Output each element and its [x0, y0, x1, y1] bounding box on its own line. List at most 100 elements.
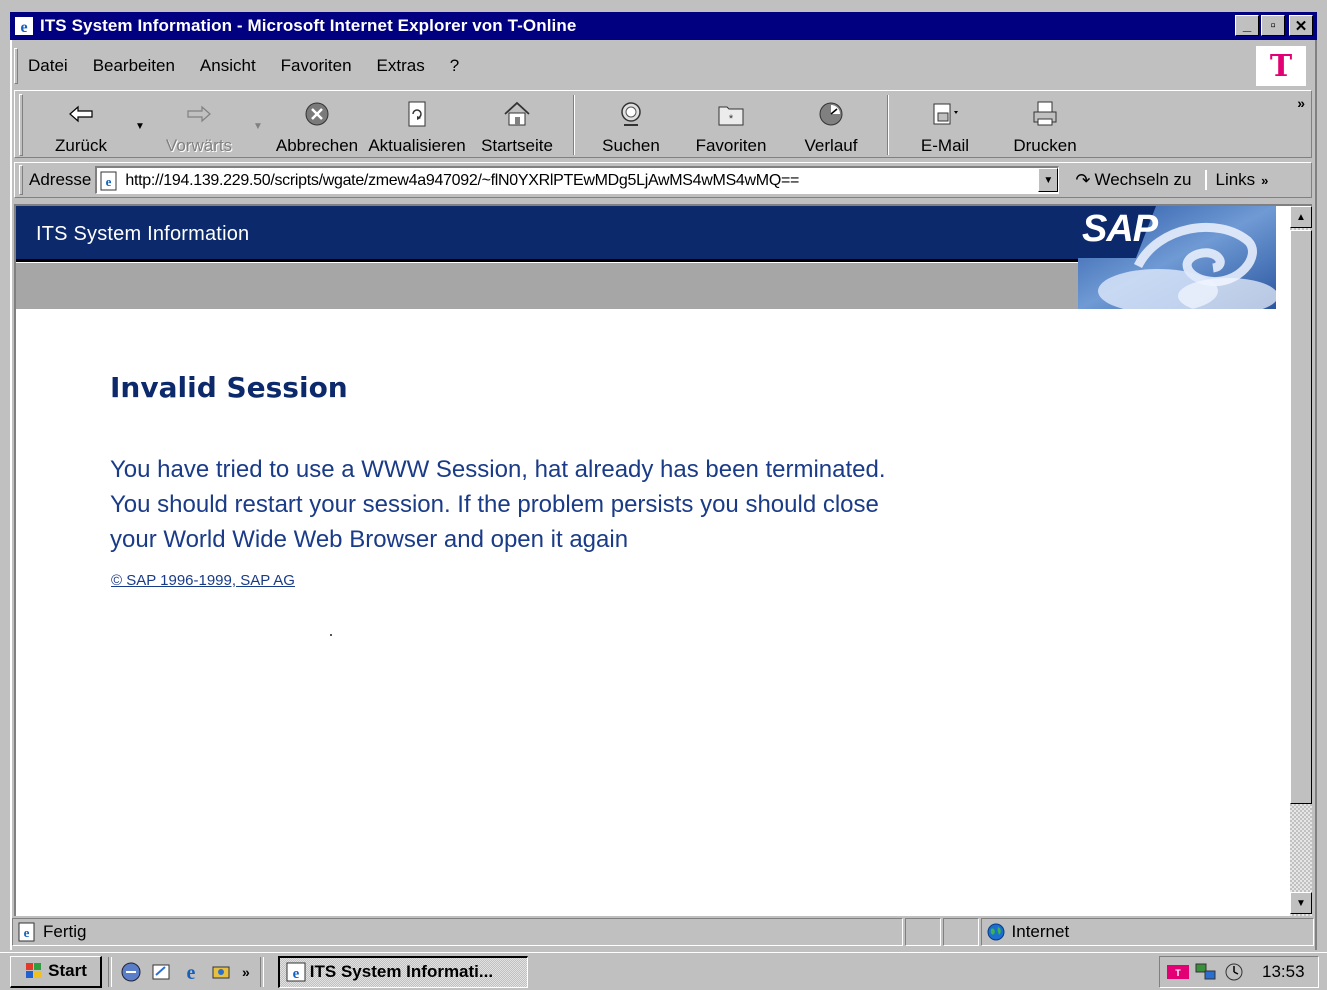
- vertical-scrollbar[interactable]: ▲ ▼: [1290, 206, 1312, 916]
- back-dropdown-icon[interactable]: ▼: [131, 121, 149, 132]
- scroll-up-button[interactable]: ▲: [1290, 206, 1312, 228]
- search-label: Suchen: [602, 136, 660, 155]
- history-label: Verlauf: [804, 136, 858, 155]
- status-panel-progress: [904, 918, 941, 946]
- quicklaunch-channels-icon[interactable]: [208, 959, 234, 985]
- mail-icon: [933, 103, 958, 125]
- refresh-label: Aktualisieren: [368, 136, 466, 155]
- svg-text:*: *: [729, 113, 734, 125]
- history-icon: [819, 102, 843, 126]
- print-icon: [1033, 101, 1057, 126]
- menu-grip[interactable]: [14, 48, 18, 84]
- quicklaunch-desktop-icon[interactable]: [148, 959, 174, 985]
- task-ie-window[interactable]: e ITS System Informati...: [277, 955, 528, 988]
- address-grip[interactable]: [19, 165, 23, 195]
- menu-help[interactable]: ?: [450, 56, 459, 76]
- network-tray-icon[interactable]: [1194, 962, 1218, 982]
- quicklaunch-outlook-icon[interactable]: [118, 959, 144, 985]
- home-button[interactable]: Startseite: [467, 91, 567, 157]
- menu-bar: Datei Bearbeiten Ansicht Favoriten Extra…: [14, 44, 1312, 88]
- refresh-icon: [408, 101, 426, 127]
- search-button[interactable]: Suchen: [581, 91, 681, 157]
- links-label: Links: [1215, 170, 1256, 189]
- status-text-panel: e Fertig: [12, 918, 903, 946]
- go-label: Wechseln zu: [1094, 170, 1192, 189]
- system-tray: T 13:53: [1159, 956, 1319, 988]
- refresh-button[interactable]: Aktualisieren: [367, 91, 467, 157]
- home-label: Startseite: [481, 136, 553, 155]
- address-input[interactable]: e http://194.139.229.50/scripts/wgate/zm…: [95, 166, 1060, 194]
- status-panel-secure: [942, 918, 979, 946]
- taskbar-clock[interactable]: 13:53: [1262, 962, 1305, 982]
- favorites-label: Favoriten: [695, 136, 767, 155]
- menu-ansicht[interactable]: Ansicht: [200, 56, 256, 76]
- address-url: http://194.139.229.50/scripts/wgate/zmew…: [125, 171, 800, 189]
- mail-button[interactable]: E-Mail: [895, 91, 995, 157]
- search-icon: [621, 102, 641, 126]
- page-title: Invalid Session: [110, 371, 348, 404]
- maximize-button[interactable]: ▫: [1261, 15, 1285, 36]
- page-icon: e: [100, 171, 117, 190]
- windows-flag-icon: [26, 963, 42, 978]
- toolbar-more-chevron[interactable]: »: [1297, 95, 1305, 111]
- scroll-down-button[interactable]: ▼: [1290, 892, 1312, 914]
- start-button[interactable]: Start: [10, 955, 102, 988]
- window-title: ITS System Information - Microsoft Inter…: [40, 16, 577, 35]
- stop-label: Abbrechen: [275, 136, 359, 155]
- scroll-thumb[interactable]: [1290, 230, 1312, 804]
- favorites-button[interactable]: * Favoriten: [681, 91, 781, 157]
- back-label: Zurück: [55, 136, 107, 155]
- menu-favoriten[interactable]: Favoriten: [281, 56, 352, 76]
- quicklaunch-ie-icon[interactable]: e: [178, 959, 204, 985]
- scheduler-tray-icon[interactable]: [1222, 962, 1246, 982]
- standard-toolbar: Zurück ▼ Vorwärts ▼ Abbrechen Aktualisie…: [14, 90, 1312, 158]
- t-online-logo: T: [1256, 46, 1306, 86]
- forward-dropdown-icon[interactable]: ▼: [249, 121, 267, 132]
- stop-button[interactable]: Abbrechen: [267, 91, 367, 157]
- menu-datei[interactable]: Datei: [28, 56, 68, 76]
- go-button[interactable]: ↷ Wechseln zu: [1075, 170, 1191, 191]
- mail-label: E-Mail: [920, 136, 970, 155]
- quicklaunch-more-chevron[interactable]: »: [242, 964, 250, 980]
- history-button[interactable]: Verlauf: [781, 91, 881, 157]
- start-label: Start: [48, 961, 87, 980]
- links-button[interactable]: Links »: [1205, 170, 1268, 190]
- error-line: You should restart your session. If the …: [110, 491, 879, 518]
- forward-label: Vorwärts: [165, 136, 233, 155]
- svg-text:e: e: [292, 966, 299, 982]
- svg-text:e: e: [106, 174, 112, 189]
- address-bar: Adresse e http://194.139.229.50/scripts/…: [14, 162, 1312, 198]
- error-line: You have tried to use a WWW Session, hat…: [110, 456, 886, 483]
- ie-icon: e: [15, 17, 33, 36]
- page-done-icon: e: [18, 922, 35, 942]
- copyright-link[interactable]: © SAP 1996-1999, SAP AG: [111, 572, 295, 589]
- print-button[interactable]: Drucken: [995, 91, 1095, 157]
- close-button[interactable]: ✕: [1289, 15, 1313, 36]
- forward-button[interactable]: Vorwärts: [149, 91, 249, 157]
- back-button[interactable]: Zurück: [31, 91, 131, 157]
- t-online-tray-icon[interactable]: T: [1166, 962, 1190, 982]
- status-zone-panel: Internet: [980, 918, 1314, 946]
- home-icon: [504, 101, 530, 126]
- taskbar-separator: [108, 956, 112, 987]
- svg-text:e: e: [24, 925, 30, 940]
- menu-extras[interactable]: Extras: [377, 56, 425, 76]
- forward-arrow-icon: [187, 105, 211, 123]
- window-title-bar[interactable]: e ITS System Information - Microsoft Int…: [10, 12, 1317, 40]
- back-arrow-icon: [69, 105, 93, 123]
- toolbar-grip[interactable]: [19, 94, 23, 156]
- links-chevron[interactable]: »: [1261, 173, 1268, 188]
- minimize-button[interactable]: _: [1235, 15, 1259, 36]
- stop-icon: [305, 102, 329, 126]
- menu-bearbeiten[interactable]: Bearbeiten: [93, 56, 175, 76]
- banner-title: ITS System Information: [36, 223, 250, 245]
- stray-dot: [330, 634, 332, 636]
- ie-icon: e: [286, 962, 306, 982]
- browser-content: ITS System Information SAP Invalid Sessi…: [14, 204, 1312, 916]
- toolbar-separator: [573, 95, 575, 155]
- address-dropdown-button[interactable]: ▼: [1038, 168, 1059, 192]
- svg-text:T: T: [1175, 968, 1181, 978]
- svg-text:e: e: [187, 962, 196, 983]
- print-label: Drucken: [1013, 136, 1077, 155]
- error-message: You have tried to use a WWW Session, hat…: [110, 452, 1010, 557]
